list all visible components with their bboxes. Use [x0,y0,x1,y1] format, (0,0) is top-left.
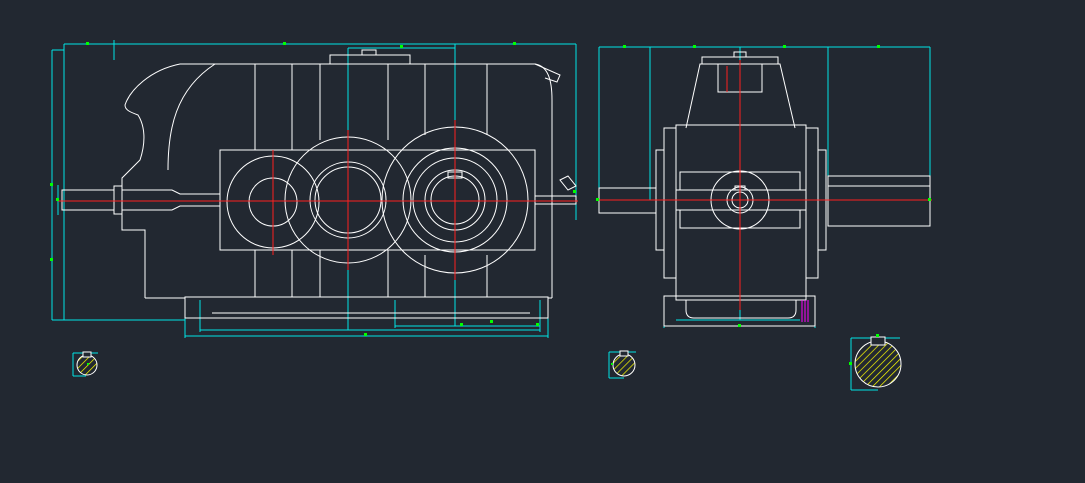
side-view [596,45,932,328]
side-accent [801,300,809,322]
front-centerlines [58,120,578,280]
side-housing-outline [598,51,931,327]
front-grips [50,42,576,336]
shaft-section-small-left [72,351,98,377]
shaft-section-large-right [849,334,902,391]
cad-drawing-canvas[interactable] [0,0,1085,483]
housing-outline [61,49,577,319]
shaft-section-small-middle [608,350,636,379]
front-dimensions [51,40,577,338]
front-view [50,40,578,338]
